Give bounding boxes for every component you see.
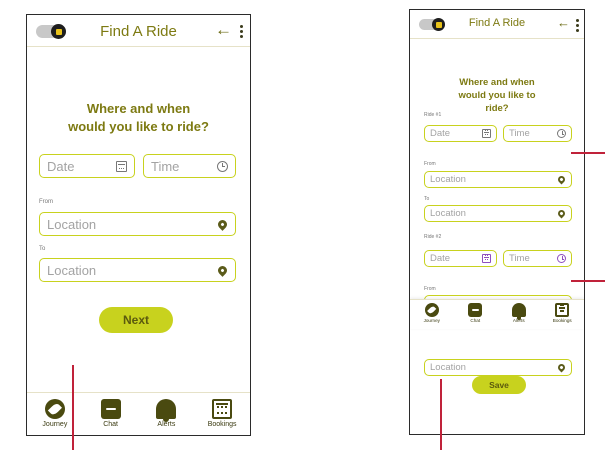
date-field[interactable]: Date bbox=[39, 154, 135, 178]
ride-1-date-placeholder: Date bbox=[430, 128, 451, 139]
to-label: To bbox=[39, 246, 46, 252]
nav-label: Bookings bbox=[552, 318, 572, 323]
nav-label: Alerts bbox=[157, 421, 176, 428]
app-bar: Find A Ride ← bbox=[27, 15, 250, 47]
app-bar: Find A Ride ← bbox=[410, 10, 584, 39]
calendar-icon bbox=[482, 254, 491, 263]
nav-item-journey[interactable]: Journey bbox=[413, 303, 451, 323]
ride-2-to-placeholder: Location bbox=[430, 362, 466, 373]
ride-1-from-field[interactable]: Location bbox=[424, 171, 572, 188]
bottom-nav: Journey Chat Alerts Bookings bbox=[27, 392, 250, 435]
nav-item-bookings[interactable]: Bookings bbox=[198, 399, 246, 428]
ride-1-label: Ride #1 bbox=[424, 112, 442, 118]
clock-icon bbox=[216, 160, 228, 172]
ride-1-date-field[interactable]: Date bbox=[424, 125, 497, 142]
nav-item-chat[interactable]: Chat bbox=[456, 303, 494, 323]
location-pin-icon bbox=[556, 208, 567, 219]
from-label: From bbox=[39, 199, 53, 205]
back-arrow-icon[interactable]: ← bbox=[557, 15, 570, 30]
location-pin-icon bbox=[556, 362, 567, 373]
back-arrow-icon[interactable]: ← bbox=[215, 20, 232, 40]
ride-2-from-label: From bbox=[424, 286, 436, 292]
nav-label: Journey bbox=[423, 318, 440, 323]
nav-item-alerts[interactable]: Alerts bbox=[142, 399, 190, 428]
location-pin-icon bbox=[556, 174, 567, 185]
nav-label: Chat bbox=[470, 318, 481, 323]
bottom-nav: Journey Chat Alerts Bookings bbox=[410, 299, 584, 329]
save-button[interactable]: Save bbox=[472, 376, 526, 394]
ride-1-from-placeholder: Location bbox=[430, 174, 466, 185]
nav-item-bookings[interactable]: Bookings bbox=[543, 303, 581, 323]
ride-1-time-placeholder: Time bbox=[509, 128, 530, 139]
nav-label: Chat bbox=[103, 421, 119, 428]
location-pin-icon bbox=[215, 263, 229, 277]
from-location-placeholder: Location bbox=[47, 216, 97, 232]
ride-1-time-field[interactable]: Time bbox=[503, 125, 572, 142]
ride-2-time-field[interactable]: Time bbox=[503, 250, 572, 267]
annotation-line-right-2 bbox=[571, 280, 605, 282]
page-heading: Where and when would you like to ride? bbox=[458, 77, 536, 114]
clock-icon bbox=[557, 254, 566, 263]
ride-2-date-field[interactable]: Date bbox=[424, 250, 497, 267]
to-location-placeholder: Location bbox=[47, 262, 97, 278]
find-ride-screen-single: Find A Ride ← Where and when would you l… bbox=[26, 14, 251, 436]
more-options-icon[interactable] bbox=[240, 25, 243, 38]
ride-1-to-field[interactable]: Location bbox=[424, 205, 572, 222]
ride-2-time-placeholder: Time bbox=[509, 253, 530, 264]
bell-icon bbox=[511, 303, 526, 320]
journey-icon bbox=[44, 399, 65, 419]
ride-2-date-placeholder: Date bbox=[430, 253, 451, 264]
calendar-icon bbox=[212, 399, 233, 419]
calendar-icon bbox=[555, 303, 570, 317]
calendar-icon bbox=[482, 129, 491, 138]
calendar-icon bbox=[115, 160, 127, 172]
ride-2-to-field[interactable]: Location bbox=[424, 359, 572, 376]
time-placeholder: Time bbox=[151, 158, 180, 174]
find-ride-screen-multi: Find A Ride ← Where and when would you l… bbox=[409, 9, 585, 435]
location-pin-icon bbox=[215, 217, 229, 231]
nav-item-alerts[interactable]: Alerts bbox=[500, 303, 538, 323]
to-location-field[interactable]: Location bbox=[39, 258, 236, 282]
chat-icon bbox=[468, 303, 483, 317]
journey-icon bbox=[424, 303, 439, 317]
more-options-icon[interactable] bbox=[576, 19, 579, 32]
ride-1-to-label: To bbox=[424, 196, 430, 202]
nav-label: Journey bbox=[42, 421, 68, 428]
annotation-line-left bbox=[72, 365, 74, 450]
page-heading: Where and when would you like to ride? bbox=[68, 101, 209, 134]
time-field[interactable]: Time bbox=[143, 154, 236, 178]
annotation-line-bottom-right bbox=[440, 379, 442, 450]
ride-1-to-placeholder: Location bbox=[430, 208, 466, 219]
ride-1-from-label: From bbox=[424, 161, 436, 167]
clock-icon bbox=[557, 129, 566, 138]
chat-icon bbox=[100, 399, 121, 419]
nav-item-chat[interactable]: Chat bbox=[87, 399, 135, 428]
date-placeholder: Date bbox=[47, 158, 75, 174]
annotation-line-right-1 bbox=[571, 152, 605, 154]
bell-icon bbox=[156, 399, 177, 422]
nav-label: Bookings bbox=[207, 421, 237, 428]
from-location-field[interactable]: Location bbox=[39, 212, 236, 236]
next-button[interactable]: Next bbox=[99, 307, 173, 333]
ride-2-label: Ride #2 bbox=[424, 234, 442, 240]
